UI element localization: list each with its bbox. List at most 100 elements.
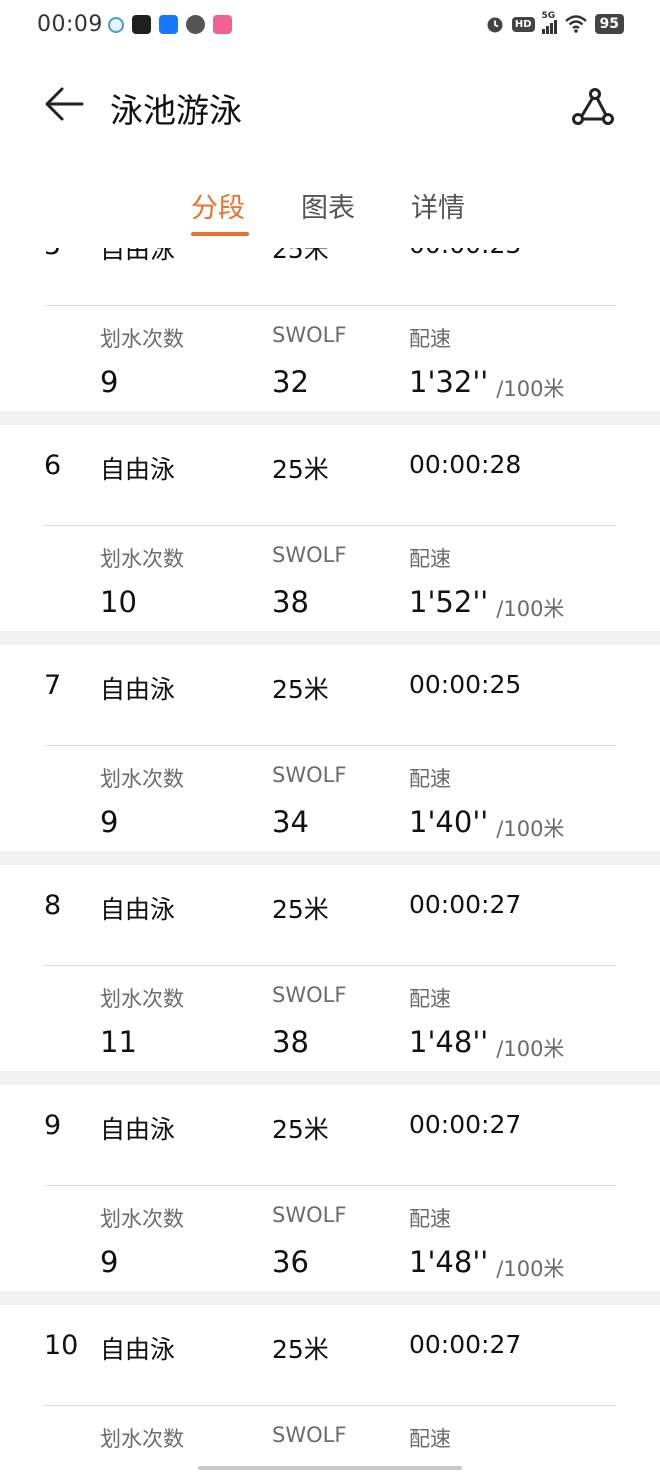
lap-number: 5 — [44, 248, 61, 261]
strokes-value: 9 — [100, 1245, 119, 1279]
pace-unit: /100米 — [496, 817, 565, 841]
pace-label: 配速 — [409, 327, 451, 351]
pace-label: 配速 — [409, 767, 451, 791]
swolf-label: SWOLF — [272, 1203, 347, 1227]
lap-card: 6 自由泳 25米 00:00:28 划水次数 SWOLF 配速 10 38 1… — [0, 425, 660, 631]
lap-separator — [0, 1071, 660, 1085]
swolf-value: 36 — [272, 1245, 309, 1279]
page-title: 泳池游泳 — [110, 91, 242, 130]
pace-value: 1'40'' — [409, 805, 489, 839]
lap-number: 8 — [44, 890, 62, 921]
lap-distance: 25米 — [272, 1335, 329, 1364]
lap-divider — [44, 1405, 616, 1406]
tab-segments[interactable]: 分段 — [191, 186, 245, 225]
strokes-label: 划水次数 — [100, 767, 184, 791]
lap-distance: 25米 — [272, 895, 329, 924]
lap-divider — [44, 965, 616, 966]
back-button[interactable] — [40, 84, 88, 124]
lap-duration: 00:00:27 — [409, 1110, 522, 1139]
notification-icons — [108, 15, 232, 34]
network-type: 5G — [541, 11, 556, 21]
swolf-label: SWOLF — [272, 543, 347, 567]
lap-stroke-type: 自由泳 — [100, 675, 176, 704]
pace-unit: /100米 — [496, 377, 565, 401]
swolf-label: SWOLF — [272, 983, 347, 1007]
lap-distance: 25米 — [272, 248, 329, 264]
alipay-notification-icon — [159, 15, 178, 34]
lap-list-content: 5 自由泳 25米 00:00:23 划水次数 SWOLF 配速 9 32 1'… — [0, 248, 660, 1458]
pink-app-notification-icon — [213, 15, 232, 34]
pace-label: 配速 — [409, 1427, 451, 1451]
swolf-label: SWOLF — [272, 1423, 347, 1447]
swolf-value: 38 — [272, 1025, 309, 1059]
lap-duration: 00:00:25 — [409, 670, 522, 699]
lap-divider — [44, 1185, 616, 1186]
lap-duration: 00:00:27 — [409, 890, 522, 919]
track-button[interactable] — [568, 82, 618, 132]
swolf-value: 32 — [272, 365, 309, 399]
lap-stroke-type: 自由泳 — [100, 1115, 176, 1144]
pace-unit: /100米 — [496, 1257, 565, 1281]
status-bar: 00:09 HD 5G 95 — [0, 0, 660, 52]
lap-duration: 00:00:28 — [409, 450, 522, 479]
battery-icon: 95 — [594, 14, 624, 34]
alarm-icon — [487, 17, 503, 33]
app-notification-icon — [132, 15, 151, 34]
lap-duration: 00:00:27 — [409, 1330, 522, 1359]
pace-unit: /100米 — [496, 1037, 565, 1061]
lap-card: 8 自由泳 25米 00:00:27 划水次数 SWOLF 配速 11 38 1… — [0, 865, 660, 1071]
lap-divider — [44, 305, 616, 306]
home-indicator[interactable] — [198, 1466, 462, 1470]
system-status: HD 5G 95 — [485, 11, 624, 34]
lap-number: 7 — [44, 670, 62, 701]
strokes-value: 9 — [100, 805, 119, 839]
lap-card: 5 自由泳 25米 00:00:23 划水次数 SWOLF 配速 9 32 1'… — [0, 248, 660, 411]
lap-distance: 25米 — [272, 455, 329, 484]
pace-value: 1'32'' — [409, 365, 489, 399]
strokes-label: 划水次数 — [100, 327, 184, 351]
strokes-value: 11 — [100, 1025, 137, 1059]
weather-notification-icon — [108, 16, 124, 33]
tab-charts[interactable]: 图表 — [301, 186, 355, 225]
swolf-label: SWOLF — [272, 763, 347, 787]
strokes-value: 10 — [100, 585, 137, 619]
swolf-value: 34 — [272, 805, 309, 839]
lap-divider — [44, 745, 616, 746]
wifi-icon — [564, 15, 587, 33]
strokes-label: 划水次数 — [100, 547, 184, 571]
strokes-value: 9 — [100, 365, 119, 399]
swolf-value: 38 — [272, 585, 309, 619]
tab-bar: 分段 图表 详情 — [0, 186, 660, 242]
lap-number: 6 — [44, 450, 62, 481]
pace-unit: /100米 — [496, 597, 565, 621]
lap-stroke-type: 自由泳 — [100, 248, 176, 264]
tab-details[interactable]: 详情 — [411, 186, 465, 225]
lap-card: 9 自由泳 25米 00:00:27 划水次数 SWOLF 配速 9 36 1'… — [0, 1085, 660, 1291]
pace-label: 配速 — [409, 547, 451, 571]
lap-separator — [0, 411, 660, 425]
lap-divider — [44, 525, 616, 526]
lap-list[interactable]: 5 自由泳 25米 00:00:23 划水次数 SWOLF 配速 9 32 1'… — [0, 248, 660, 1458]
lap-stroke-type: 自由泳 — [100, 455, 176, 484]
lap-card: 7 自由泳 25米 00:00:25 划水次数 SWOLF 配速 9 34 1'… — [0, 645, 660, 851]
lap-card: 10 自由泳 25米 00:00:27 划水次数 SWOLF 配速 11 38 … — [0, 1305, 660, 1458]
lap-duration: 00:00:23 — [409, 248, 521, 259]
pace-value: 1'52'' — [409, 585, 489, 619]
lap-number: 10 — [44, 1330, 79, 1361]
pace-value: 1'48'' — [409, 1025, 489, 1059]
active-tab-indicator — [191, 232, 249, 236]
pace-value: 1'48'' — [409, 1245, 489, 1279]
route-icon — [572, 88, 614, 125]
pace-label: 配速 — [409, 987, 451, 1011]
lap-separator — [0, 631, 660, 645]
strokes-label: 划水次数 — [100, 987, 184, 1011]
lap-separator — [0, 851, 660, 865]
swolf-label: SWOLF — [272, 323, 347, 347]
lap-stroke-type: 自由泳 — [100, 895, 176, 924]
lap-number: 9 — [44, 1110, 62, 1141]
fan-notification-icon — [186, 15, 205, 34]
lap-separator — [0, 1291, 660, 1305]
app-header: 泳池游泳 — [0, 70, 660, 140]
back-arrow-icon — [45, 87, 84, 121]
lap-distance: 25米 — [272, 1115, 329, 1144]
